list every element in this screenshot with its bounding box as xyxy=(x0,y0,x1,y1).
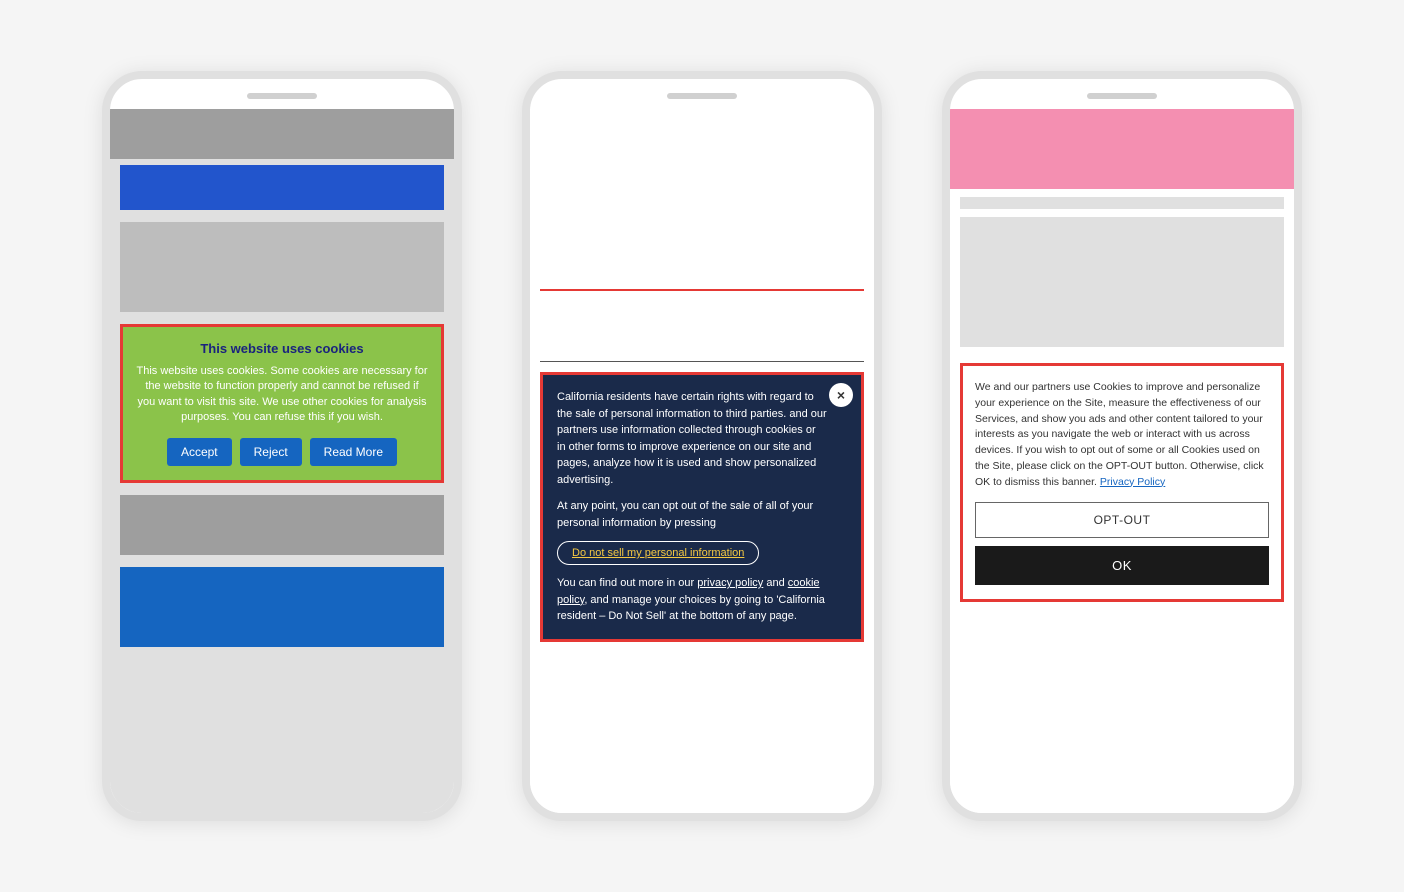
phone-2-text5: , and manage your choices by going to 'C… xyxy=(557,594,825,623)
phone-3-optout-button[interactable]: OPT-OUT xyxy=(975,502,1269,538)
phone-2-dark-divider xyxy=(540,361,864,362)
phone-2-white-area xyxy=(530,109,874,289)
phone-1-content: This website uses cookies This website u… xyxy=(110,109,454,657)
phone-1-bottom-gray xyxy=(120,495,444,555)
phone-2-privacy-link[interactable]: privacy policy xyxy=(697,577,763,589)
phone-3-privacy-link[interactable]: Privacy Policy xyxy=(1100,476,1165,488)
phone-2-speaker xyxy=(667,93,737,99)
phone-2-opt-out-button[interactable]: Do not sell my personal information xyxy=(557,541,759,565)
phone-2: × California residents have certain righ… xyxy=(522,71,882,821)
phone-1-cookie-banner: This website uses cookies This website u… xyxy=(120,324,444,483)
phone-1-cookie-text: This website uses cookies. Some cookies … xyxy=(135,364,429,426)
phone-3-screen: We and our partners use Cookies to impro… xyxy=(950,109,1294,813)
phone-2-white-area2 xyxy=(530,291,874,361)
phone-3-gray-bar xyxy=(960,197,1284,209)
phone-1-screen: This website uses cookies This website u… xyxy=(110,109,454,813)
phone-3-cookie-text-main: We and our partners use Cookies to impro… xyxy=(975,381,1264,488)
phone-2-cookie-banner: × California residents have certain righ… xyxy=(540,372,864,642)
phone-2-opt-out-highlight: information xyxy=(690,547,744,559)
phone-1-top-gray xyxy=(110,109,454,159)
phone-2-text1: California residents have certain rights… xyxy=(557,389,847,488)
phone-3-content: We and our partners use Cookies to impro… xyxy=(950,109,1294,608)
phone-2-opt-out-label: Do not sell my personal xyxy=(572,547,690,559)
phone-2-close-button[interactable]: × xyxy=(829,383,853,407)
phone-1-mid-gray xyxy=(120,222,444,312)
phone-2-content: × California residents have certain righ… xyxy=(530,109,874,652)
phone-2-text2: At any point, you can opt out of the sal… xyxy=(557,498,847,531)
phone-1-speaker xyxy=(247,93,317,99)
phone-1-cookie-title: This website uses cookies xyxy=(135,341,429,356)
phone-3-speaker xyxy=(1087,93,1157,99)
phone-1-blue-bar xyxy=(120,165,444,210)
phone-1-btn-row: Accept Reject Read More xyxy=(135,438,429,466)
phone-2-screen: × California residents have certain righ… xyxy=(530,109,874,813)
phone-1: This website uses cookies This website u… xyxy=(102,71,462,821)
phone-1-reject-button[interactable]: Reject xyxy=(240,438,302,466)
phone-1-read-more-button[interactable]: Read More xyxy=(310,438,397,466)
phone-3-gap xyxy=(950,347,1294,357)
phone-2-text4: and xyxy=(763,577,787,589)
phone-1-bottom-blue xyxy=(120,567,444,647)
phone-3-cookie-banner: We and our partners use Cookies to impro… xyxy=(960,363,1284,602)
phone-2-text3: You can find out more in our xyxy=(557,577,697,589)
phone-3: We and our partners use Cookies to impro… xyxy=(942,71,1302,821)
phone-3-ok-button[interactable]: OK xyxy=(975,546,1269,585)
phone-2-bottom-text: You can find out more in our privacy pol… xyxy=(557,575,847,625)
phone-3-cookie-text: We and our partners use Cookies to impro… xyxy=(975,380,1269,490)
phone-1-accept-button[interactable]: Accept xyxy=(167,438,232,466)
phone-3-pink-bar xyxy=(950,109,1294,189)
phone-3-gray-area xyxy=(960,217,1284,347)
